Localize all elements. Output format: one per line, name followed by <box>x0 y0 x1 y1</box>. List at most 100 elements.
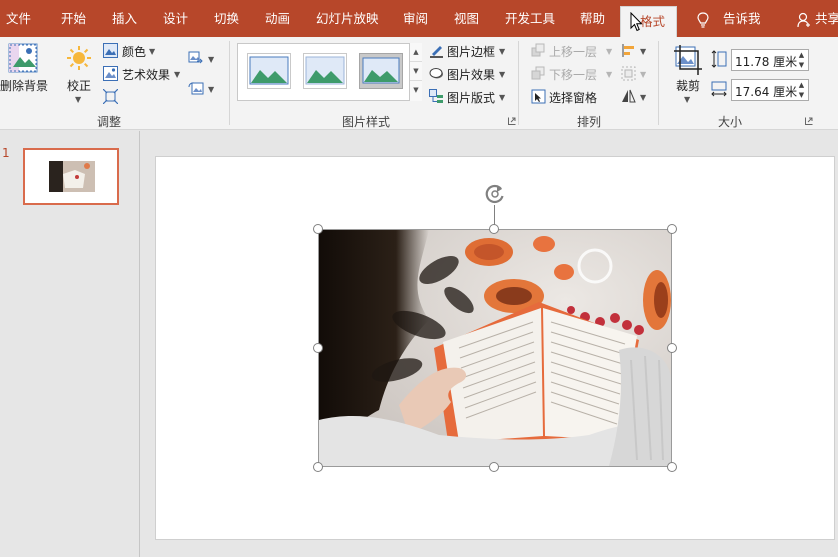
adjust-group-label: 调整 <box>97 115 122 129</box>
compress-icon[interactable] <box>103 89 118 104</box>
crop-button[interactable]: 裁剪 <box>676 77 700 94</box>
selected-picture[interactable] <box>318 229 672 467</box>
arrange-group-label: 排列 <box>577 115 602 129</box>
slide-thumbnails-pane: 1 <box>0 131 140 557</box>
tab-file[interactable]: 文件 <box>6 0 31 37</box>
gallery-down-icon[interactable]: ▼ <box>410 62 422 81</box>
resize-handle-bottom-right[interactable] <box>667 462 677 472</box>
group-separator <box>518 41 519 125</box>
size-launcher-icon[interactable] <box>805 117 813 125</box>
tab-format[interactable]: 格式 <box>620 6 678 37</box>
picture-effects-icon <box>429 68 443 79</box>
width-spin-arrows-icon[interactable]: ▲ ▼ <box>797 80 806 100</box>
gallery-scroll: ▲ ▼ ▼ <box>409 43 422 101</box>
group-dropdown-icon[interactable]: ▼ <box>640 70 646 79</box>
picture-style-3-icon <box>362 57 400 84</box>
correct-button[interactable]: 校正 <box>67 77 91 94</box>
height-spin-arrows-icon[interactable]: ▲ ▼ <box>797 50 806 70</box>
tab-review[interactable]: 审阅 <box>403 0 428 37</box>
ribbon-format: 删除背景 校正 ▼ 颜色 ▼ 艺术效果 ▼ ▼ ▼ 调整 ▲ ▼ ▼ 图片边框 … <box>0 37 838 130</box>
picture-style-option-2[interactable] <box>303 53 347 89</box>
group-icon[interactable] <box>621 66 636 81</box>
picture-styles-group-label: 图片样式 <box>342 115 391 129</box>
color-button[interactable]: 颜色 <box>122 43 146 60</box>
resize-handle-top-left[interactable] <box>313 224 323 234</box>
picture-style-2-icon <box>305 56 345 85</box>
align-dropdown-icon[interactable]: ▼ <box>640 47 646 56</box>
book-reading-photo <box>319 230 671 466</box>
rotate-icon[interactable] <box>621 89 636 104</box>
picture-effects-dropdown-icon[interactable]: ▼ <box>499 70 505 79</box>
picture-layout-dropdown-icon[interactable]: ▼ <box>499 93 505 102</box>
height-value: 11.78 厘米 <box>735 55 798 69</box>
picture-style-option-1[interactable] <box>247 53 291 89</box>
picture-style-option-3[interactable] <box>359 53 403 89</box>
selection-pane-icon <box>531 89 546 104</box>
picture-effects-button[interactable]: 图片效果 <box>447 66 495 83</box>
reset-picture-icon[interactable] <box>188 81 204 96</box>
rotate-handle-icon[interactable] <box>484 183 506 205</box>
tab-animations[interactable]: 动画 <box>265 0 290 37</box>
color-dropdown-icon[interactable]: ▼ <box>149 47 155 56</box>
picture-border-button[interactable]: 图片边框 <box>447 43 495 60</box>
share-button[interactable]: 共享 <box>815 0 838 37</box>
bring-forward-button[interactable]: 上移一层 <box>549 43 597 60</box>
tab-design[interactable]: 设计 <box>163 0 188 37</box>
resize-handle-top[interactable] <box>489 224 499 234</box>
remove-background-button[interactable]: 删除背景 <box>0 77 48 94</box>
tab-developer[interactable]: 开发工具 <box>505 0 555 37</box>
color-icon <box>103 43 118 58</box>
tab-insert[interactable]: 插入 <box>112 0 137 37</box>
resize-handle-right[interactable] <box>667 343 677 353</box>
tell-me-search[interactable]: 告诉我 <box>723 0 761 37</box>
resize-handle-bottom-left[interactable] <box>313 462 323 472</box>
resize-handle-bottom[interactable] <box>489 462 499 472</box>
picture-border-dropdown-icon[interactable]: ▼ <box>499 47 505 56</box>
tab-home[interactable]: 开始 <box>61 0 86 37</box>
slide-thumbnail-image <box>25 150 117 203</box>
align-icon[interactable] <box>621 43 636 58</box>
group-separator <box>658 41 659 125</box>
gallery-more-icon[interactable]: ▼ <box>410 81 422 100</box>
correct-icon <box>67 46 91 70</box>
send-backward-dropdown-icon[interactable]: ▼ <box>606 70 612 79</box>
picture-styles-launcher-icon[interactable] <box>508 117 516 125</box>
width-value: 17.64 厘米 <box>735 85 798 99</box>
send-backward-icon <box>531 66 545 80</box>
width-spinner[interactable]: 17.64 厘米 ▲ ▼ <box>731 79 809 101</box>
powerpoint-window: 文件 开始 插入 设计 切换 动画 幻灯片放映 审阅 视图 开发工具 帮助 格式… <box>0 0 838 557</box>
art-effects-dropdown-icon[interactable]: ▼ <box>174 70 180 79</box>
slide-thumbnail[interactable] <box>23 148 119 205</box>
crop-icon <box>674 45 702 75</box>
change-picture-icon[interactable] <box>188 51 204 66</box>
picture-layout-icon <box>429 89 443 103</box>
reset-picture-dropdown-icon[interactable]: ▼ <box>208 85 214 94</box>
remove-background-icon <box>8 43 38 73</box>
send-backward-button[interactable]: 下移一层 <box>549 66 597 83</box>
slide-number: 1 <box>2 146 10 160</box>
crop-dropdown-icon[interactable]: ▼ <box>684 95 690 104</box>
tab-help[interactable]: 帮助 <box>580 0 605 37</box>
art-effects-button[interactable]: 艺术效果 <box>122 66 170 83</box>
picture-styles-gallery <box>237 43 422 101</box>
tab-transitions[interactable]: 切换 <box>214 0 239 37</box>
bring-forward-icon <box>531 43 545 57</box>
picture-layout-button[interactable]: 图片版式 <box>447 89 495 106</box>
change-picture-dropdown-icon[interactable]: ▼ <box>208 55 214 64</box>
selection-pane-button[interactable]: 选择窗格 <box>549 89 597 106</box>
correct-dropdown-icon[interactable]: ▼ <box>75 95 81 104</box>
width-icon <box>711 81 727 97</box>
art-effects-icon <box>103 66 118 81</box>
tab-view[interactable]: 视图 <box>454 0 479 37</box>
resize-handle-left[interactable] <box>313 343 323 353</box>
person-icon <box>797 12 810 28</box>
tab-slideshow[interactable]: 幻灯片放映 <box>316 0 379 37</box>
bring-forward-dropdown-icon[interactable]: ▼ <box>606 47 612 56</box>
resize-handle-top-right[interactable] <box>667 224 677 234</box>
rotate-dropdown-icon[interactable]: ▼ <box>640 93 646 102</box>
picture-style-1-icon <box>249 56 289 85</box>
gallery-up-icon[interactable]: ▲ <box>410 43 422 62</box>
lightbulb-icon <box>697 12 709 28</box>
ribbon-tab-bar: 文件 开始 插入 设计 切换 动画 幻灯片放映 审阅 视图 开发工具 帮助 格式… <box>0 0 838 37</box>
height-spinner[interactable]: 11.78 厘米 ▲ ▼ <box>731 49 809 71</box>
